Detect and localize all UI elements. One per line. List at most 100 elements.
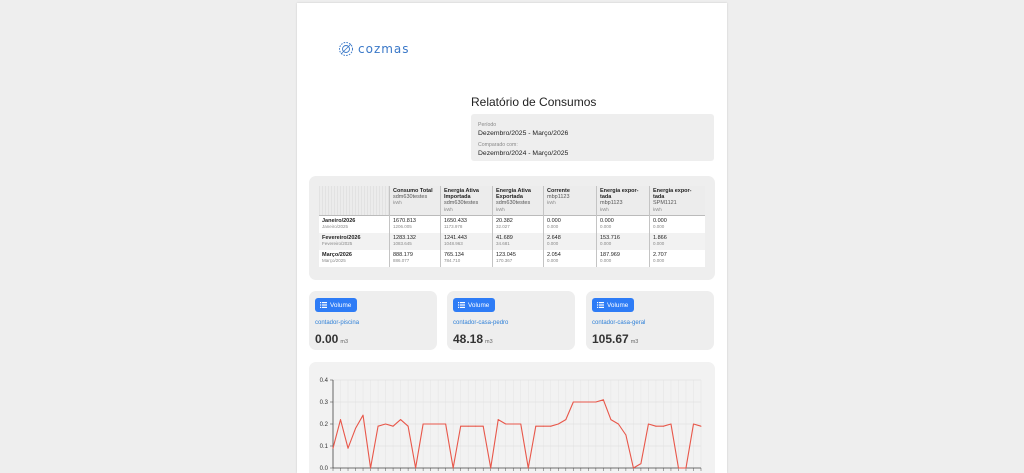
logo-mark-icon (339, 42, 353, 56)
compare-value: 0.000 (600, 258, 612, 264)
volume-button-label: Volume (607, 301, 629, 309)
compare-value: 32.027 (496, 224, 510, 230)
consumption-line-chart: 0.4 0.3 0.2 0.1 0.0 (320, 378, 702, 472)
data-point (392, 425, 394, 427)
compare-month-label: Fevereiro/2025 (322, 241, 353, 247)
compare-value: 0.000 (600, 224, 612, 230)
data-point (445, 423, 447, 425)
compare-value: 1206.005 (393, 224, 412, 230)
table-header-blank (319, 186, 390, 216)
column-unit: kWh (496, 206, 505, 212)
meter-name[interactable]: contador-piscina (315, 320, 359, 326)
volume-value-line: 0.00 m3 (315, 332, 348, 346)
volume-card-casa-pedro: Volume contador-casa-pedro 48.18 m3 (447, 291, 575, 350)
data-point (347, 447, 349, 449)
column-unit: kWh (444, 206, 453, 212)
month-cell: Março/2026 Março/2025 (319, 249, 390, 267)
data-point (385, 423, 387, 425)
period-box: Período Dezembro/2025 - Março/2026 Compa… (471, 114, 714, 161)
volume-card-piscina: Volume contador-piscina 0.00 m3 (309, 291, 437, 350)
data-point (595, 401, 597, 403)
data-point (490, 467, 492, 469)
value-cell: 2.054 0.000 (543, 249, 597, 267)
data-point (580, 401, 582, 403)
y-tick-label: 0.1 (320, 444, 329, 450)
data-point (355, 427, 357, 429)
month-cell: Fevereiro/2026 Fevereiro/2025 (319, 232, 390, 250)
data-point (565, 419, 567, 421)
compare-value: 34.681 (496, 241, 510, 247)
column-header: Corrente mbp1123 kWh (543, 186, 597, 216)
column-header: Energia expor-tada SPM1121 kWh (649, 186, 705, 216)
volume-button[interactable]: Volume (453, 298, 496, 312)
data-point (557, 423, 559, 425)
data-point (482, 425, 484, 427)
value-cell: 2.707 0.000 (649, 249, 705, 267)
data-point (700, 425, 702, 427)
data-point (400, 419, 402, 421)
volume-value: 0.00 (315, 332, 339, 346)
data-point (662, 425, 664, 427)
month-cell: Janeiro/2026 Janeiro/2025 (319, 215, 390, 233)
compare-value: 0.000 (653, 258, 665, 264)
data-point (572, 401, 574, 403)
column-title: Energia expor-tada (600, 188, 639, 201)
data-point (422, 423, 424, 425)
meter-name[interactable]: contador-casa-pedro (453, 320, 508, 326)
data-point (677, 467, 679, 469)
compare-value: 0.000 (653, 224, 665, 230)
y-tick-label: 0.2 (320, 422, 329, 428)
volume-value-line: 105.67 m3 (592, 332, 638, 346)
table-row: Fevereiro/2026 Fevereiro/2025 1283.132 108… (319, 232, 705, 250)
meter-name[interactable]: contador-casa-geral (592, 320, 645, 326)
data-point (467, 425, 469, 427)
report-title: Relatório de Consumos (471, 95, 597, 109)
series-line (332, 399, 702, 469)
compare-value: 1083.645 (393, 241, 412, 247)
value-cell: 187.969 0.000 (596, 249, 650, 267)
volume-value-line: 48.18 m3 (453, 332, 493, 346)
data-point (520, 423, 522, 425)
column-title: Energia expor-tada (653, 188, 692, 201)
data-point (647, 423, 649, 425)
data-point (497, 419, 499, 421)
table-row: Março/2026 Março/2025 888.179 886.077 765.… (319, 249, 705, 267)
compare-value: 0.000 (653, 241, 665, 247)
consumption-table-card: Consumo Total sdm630testes kWh Energia Ati… (309, 176, 715, 280)
value-cell: 0.000 0.000 (543, 215, 597, 233)
volume-button[interactable]: Volume (315, 298, 358, 312)
data-point (370, 467, 372, 469)
value-cell: 1.866 0.000 (649, 232, 705, 250)
data-point (542, 425, 544, 427)
value-cell: 0.000 0.000 (649, 215, 705, 233)
data-point (550, 425, 552, 427)
data-point (640, 463, 642, 465)
value-cell: 0.000 0.000 (596, 215, 650, 233)
value-cell: 1283.132 1083.645 (389, 232, 441, 250)
volume-value: 105.67 (592, 332, 629, 346)
compared-label: Comparado com: (478, 142, 518, 148)
data-point (512, 423, 514, 425)
value-cell: 888.179 886.077 (389, 249, 441, 267)
column-title: Consumo Total (393, 188, 433, 194)
compare-value: 886.077 (393, 258, 410, 264)
column-header: Energia expor-tada mbp1123 kWh (596, 186, 650, 216)
column-title: Corrente (547, 188, 570, 194)
data-point (377, 425, 379, 427)
data-point (685, 467, 687, 469)
company-logo: cozmas (337, 40, 410, 58)
data-point (452, 467, 454, 469)
data-point (632, 467, 634, 469)
compare-value: 170.367 (496, 258, 513, 264)
compare-month-label: Janeiro/2025 (322, 224, 349, 230)
compare-value: 0.000 (547, 241, 559, 247)
list-icon (458, 302, 465, 308)
column-header: Energia Ativa Importada sdm630testes kWh (440, 186, 493, 216)
column-unit: kWh (653, 206, 662, 212)
data-point (655, 425, 657, 427)
data-point (527, 467, 529, 469)
volume-button[interactable]: Volume (592, 298, 635, 312)
volume-unit: m3 (340, 339, 348, 345)
data-point (610, 419, 612, 421)
compare-month-label: Março/2025 (322, 258, 346, 264)
